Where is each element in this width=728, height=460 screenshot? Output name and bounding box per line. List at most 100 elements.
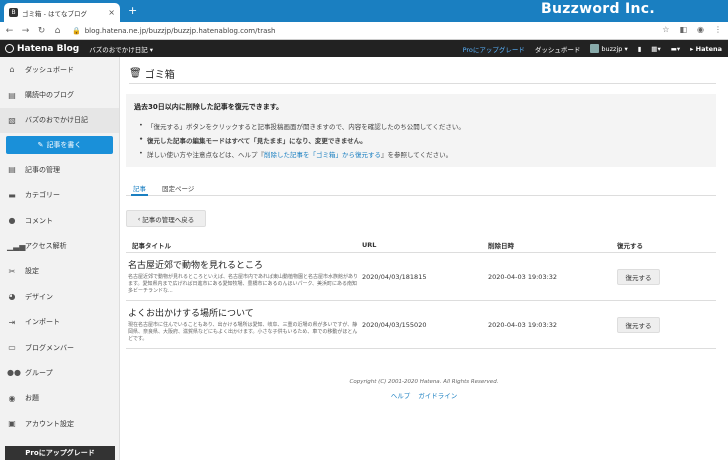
avatar <box>590 44 600 53</box>
tab-articles[interactable]: 記事 <box>131 181 148 196</box>
sidebar-item-comments[interactable]: ● コメント <box>0 208 119 233</box>
tab-title: ゴミ箱 - はてなブログ <box>22 9 87 18</box>
lock-icon: 🔒 <box>72 26 81 35</box>
browser-tab[interactable]: B ゴミ箱 - はてなブログ × <box>4 3 120 22</box>
sidebar-item-import[interactable]: ⇥ インポート <box>0 310 119 335</box>
forward-icon[interactable]: → <box>19 26 32 36</box>
content-tabs: 記事 固定ページ <box>126 181 716 196</box>
write-article-button[interactable]: ✎ 記事を書く <box>6 136 113 155</box>
sidebar: ⌂ ダッシュボード ▤ 購読中のブログ ▧ バズのおでかけ日記 ✎ 記事を書く … <box>0 57 120 460</box>
deleted-at: 2020-04-03 19:03:32 <box>488 272 558 281</box>
browser-tab-bar: B ゴミ箱 - はてなブログ × + Buzzword Inc. <box>0 0 728 22</box>
home-icon[interactable]: ⌂ <box>51 26 64 36</box>
window-brand: Buzzword Inc. <box>541 1 655 17</box>
group-icon: ●● <box>7 368 21 378</box>
article-excerpt: 名古屋近郊で動物が見れるところといえば、名古屋市内であれば東山動植物園と名古屋市… <box>128 274 358 294</box>
header-restore: 復元する <box>617 241 643 250</box>
sidebar-item-category[interactable]: ▬ カテゴリー <box>0 183 119 208</box>
guideline-footer-link[interactable]: ガイドライン <box>418 390 457 400</box>
blog-selector[interactable]: バズのおでかけ日記 ▾ <box>89 44 153 54</box>
pro-upgrade-button[interactable]: Proにアップグレード <box>5 446 115 460</box>
help-link[interactable]: 削除した記事を「ゴミ箱」から復元する <box>264 151 381 159</box>
restore-button[interactable]: 復元する <box>617 268 660 285</box>
sidebar-item-label: 記事の管理 <box>25 165 60 174</box>
folder-icon: ▬ <box>8 190 16 200</box>
edit-icon: ✎ <box>37 141 44 150</box>
sidebar-item-label: ブログメンバー <box>25 343 74 352</box>
back-button-label: 記事の管理へ戻る <box>142 215 195 224</box>
star-icon[interactable]: ☆ <box>662 25 669 34</box>
account-icon[interactable]: ◉ <box>697 25 704 34</box>
header-deleted-at: 削除日時 <box>488 241 514 250</box>
sidebar-item-group[interactable]: ●● グループ <box>0 360 119 385</box>
sidebar-item-blog[interactable]: ▧ バズのおでかけ日記 <box>0 107 119 134</box>
sidebar-item-label: インポート <box>25 318 60 327</box>
sidebar-item-label: デザイン <box>25 292 53 301</box>
sidebar-item-label: アクセス解析 <box>25 242 67 251</box>
sidebar-item-odai[interactable]: ◉ お題 <box>0 386 119 411</box>
palette-icon: ◕ <box>8 292 16 302</box>
sidebar-item-dashboard[interactable]: ⌂ ダッシュボード <box>0 57 119 82</box>
main-content: 🗑 ゴミ箱 過去30日以内に削除した記事を復元できます。 「復元する」ボタンをク… <box>120 57 728 460</box>
sidebar-item-label: お題 <box>25 394 39 403</box>
pro-upgrade-link[interactable]: Proにアップグレード <box>463 44 525 54</box>
table-header: 記事タイトル URL 削除日時 復元する <box>126 237 716 253</box>
page-title-text: ゴミ箱 <box>144 70 175 81</box>
user-icon: ▣ <box>8 419 16 429</box>
help-prefix: 詳しい使い方や注意点などは、ヘルプ『 <box>147 151 264 159</box>
sidebar-item-label: グループ <box>25 368 53 377</box>
book-icon: ▤ <box>8 90 16 100</box>
bookmark-icon[interactable]: ▮ <box>638 45 642 53</box>
notice-heading: 過去30日以内に削除した記事を復元できます。 <box>134 103 284 111</box>
sidebar-item-label: コメント <box>25 216 53 225</box>
article-title: よくお出かけする場所について <box>128 309 254 319</box>
tab-pages[interactable]: 固定ページ <box>162 181 194 195</box>
favicon-icon: B <box>9 8 18 17</box>
article-url: 2020/04/03/155020 <box>362 320 427 329</box>
header-url: URL <box>362 240 377 249</box>
notification-icon[interactable]: ▬▾ <box>671 45 680 53</box>
import-icon: ⇥ <box>8 317 16 327</box>
apps-grid-icon[interactable]: ▦▾ <box>651 45 660 53</box>
comment-icon: ● <box>8 216 16 226</box>
back-icon[interactable]: ← <box>3 26 16 36</box>
help-suffix: 』を参照してください。 <box>381 151 453 159</box>
url-field[interactable]: 🔒 blog.hatena.ne.jp/buzzjp/buzzjp.hatena… <box>72 24 632 38</box>
page-title: 🗑 ゴミ箱 <box>129 66 175 81</box>
back-to-articles-button[interactable]: ‹ 記事の管理へ戻る <box>126 210 206 227</box>
article-url: 2020/04/03/181815 <box>362 272 427 281</box>
close-icon[interactable]: × <box>108 8 115 17</box>
sidebar-item-label: 購読中のブログ <box>25 91 74 100</box>
sidebar-item-label: アカウント設定 <box>25 419 74 428</box>
document-icon: ▤ <box>8 165 16 175</box>
dashboard-link[interactable]: ダッシュボード <box>535 44 581 54</box>
sidebar-item-settings[interactable]: ✂ 設定 <box>0 259 119 284</box>
notice-box: 過去30日以内に削除した記事を復元できます。 「復元する」ボタンをクリックすると… <box>126 94 716 167</box>
hatena-link[interactable]: ▸ Hatena <box>690 45 722 53</box>
url-text: blog.hatena.ne.jp/buzzjp/buzzjp.hatenabl… <box>84 26 276 35</box>
sidebar-item-design[interactable]: ◕ デザイン <box>0 284 119 309</box>
help-footer-link[interactable]: ヘルプ <box>391 390 411 400</box>
menu-icon[interactable]: ⋮ <box>714 25 722 34</box>
hatena-blog-logo[interactable]: Hatena Blog <box>5 44 79 54</box>
sidebar-item-articles[interactable]: ▤ 記事の管理 <box>0 157 119 182</box>
lightbulb-icon: ◉ <box>8 393 16 403</box>
sidebar-item-analytics[interactable]: ▁▃▅ アクセス解析 <box>0 233 119 258</box>
sidebar-item-label: カテゴリー <box>25 191 60 200</box>
user-menu[interactable]: buzzjp ▾ <box>590 44 628 53</box>
new-tab-icon[interactable]: + <box>128 4 137 17</box>
sidebar-item-subscriptions[interactable]: ▤ 購読中のブログ <box>0 82 119 107</box>
article-title: 名古屋近郊で動物を見れるところ <box>128 261 264 271</box>
sidebar-item-label: ダッシュボード <box>25 65 74 74</box>
reload-icon[interactable]: ↻ <box>35 26 48 36</box>
trash-icon: 🗑 <box>129 68 142 79</box>
sidebar-item-members[interactable]: ▭ ブログメンバー <box>0 335 119 360</box>
notice-item: 「復元する」ボタンをクリックすると記事投稿画面が開きますので、内容を確認したのち… <box>139 121 708 135</box>
wrench-icon: ✂ <box>8 266 16 276</box>
extension-icon[interactable]: ◧ <box>679 25 687 34</box>
restore-button[interactable]: 復元する <box>617 316 660 333</box>
copyright: Copyright (C) 2001-2020 Hatena. All Righ… <box>349 379 499 385</box>
sidebar-item-label: 設定 <box>25 267 39 276</box>
sidebar-item-account[interactable]: ▣ アカウント設定 <box>0 411 119 436</box>
address-bar: ← → ↻ ⌂ 🔒 blog.hatena.ne.jp/buzzjp/buzzj… <box>0 22 728 40</box>
